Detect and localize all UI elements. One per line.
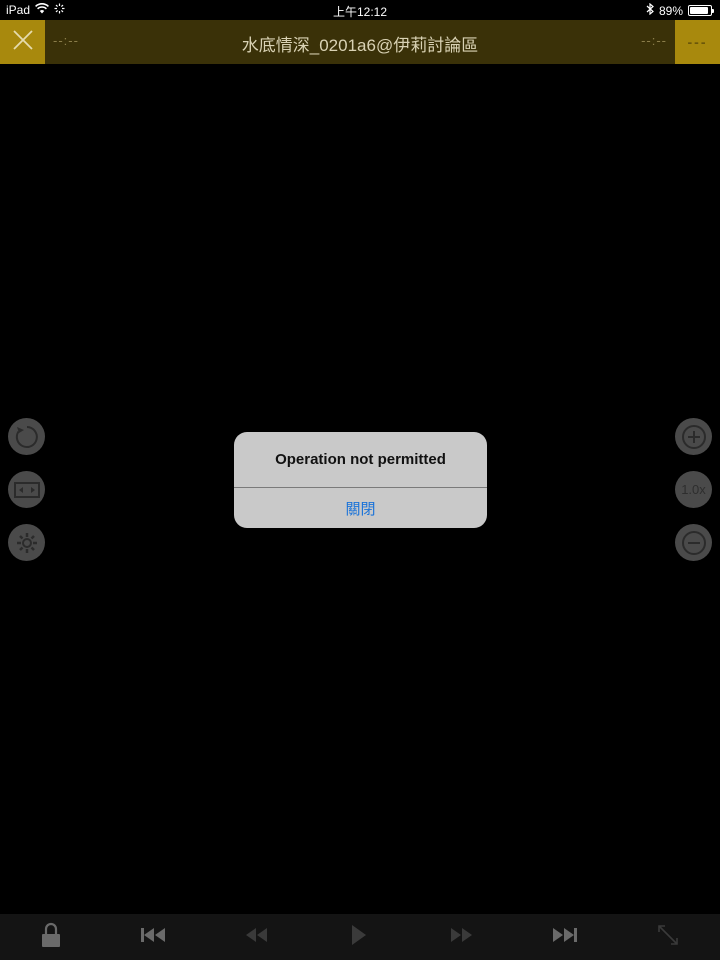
skip-previous-button[interactable]	[128, 914, 178, 960]
zoom-out-icon	[681, 530, 707, 556]
menu-button[interactable]: ---	[675, 20, 720, 64]
zoom-level-button[interactable]: 1.0x	[675, 471, 712, 508]
battery-fill	[690, 7, 708, 14]
zoom-in-icon	[681, 424, 707, 450]
skip-previous-icon	[140, 927, 166, 948]
fast-forward-button[interactable]	[437, 914, 487, 960]
fullscreen-button[interactable]	[643, 914, 693, 960]
zoom-level: 1.0x	[681, 482, 706, 497]
zoom-out-button[interactable]	[675, 524, 712, 561]
play-button[interactable]	[334, 914, 384, 960]
rewind-button[interactable]	[231, 914, 281, 960]
status-right: 89%	[646, 2, 714, 18]
lock-icon	[41, 922, 61, 953]
status-bar: iPad 上午12:12 89%	[0, 0, 720, 20]
status-time: 上午12:12	[332, 5, 388, 19]
play-icon	[351, 924, 367, 951]
menu-label: ---	[687, 34, 708, 50]
elapsed-time: --:--	[53, 33, 79, 48]
playback-controls	[0, 914, 720, 960]
close-x-icon	[12, 29, 34, 56]
rotate-button[interactable]	[8, 418, 45, 455]
aspect-ratio-button[interactable]	[8, 471, 45, 508]
settings-icon	[15, 531, 39, 555]
skip-next-button[interactable]	[540, 914, 590, 960]
aspect-ratio-icon	[13, 480, 41, 500]
video-title: 水底情深_0201a6@伊莉討論區	[241, 36, 479, 55]
remaining-time: --:--	[641, 33, 667, 48]
skip-next-icon	[552, 927, 578, 948]
rewind-icon	[244, 927, 268, 948]
rotate-icon	[14, 424, 40, 450]
alert-close-button[interactable]: 關閉	[234, 488, 487, 528]
battery-percent: 89%	[658, 3, 683, 18]
close-button[interactable]	[0, 20, 45, 64]
settings-button[interactable]	[8, 524, 45, 561]
alert-title: Operation not permitted	[275, 451, 446, 468]
bluetooth-icon	[646, 2, 654, 18]
fullscreen-icon	[656, 923, 680, 952]
player-top-bar: --:-- 水底情深_0201a6@伊莉討論區 --:-- ---	[0, 20, 720, 64]
lock-button[interactable]	[26, 914, 76, 960]
alert-dialog: Operation not permitted 關閉	[234, 432, 487, 528]
battery-icon	[688, 5, 714, 16]
fast-forward-icon	[450, 927, 474, 948]
zoom-in-button[interactable]	[675, 418, 712, 455]
